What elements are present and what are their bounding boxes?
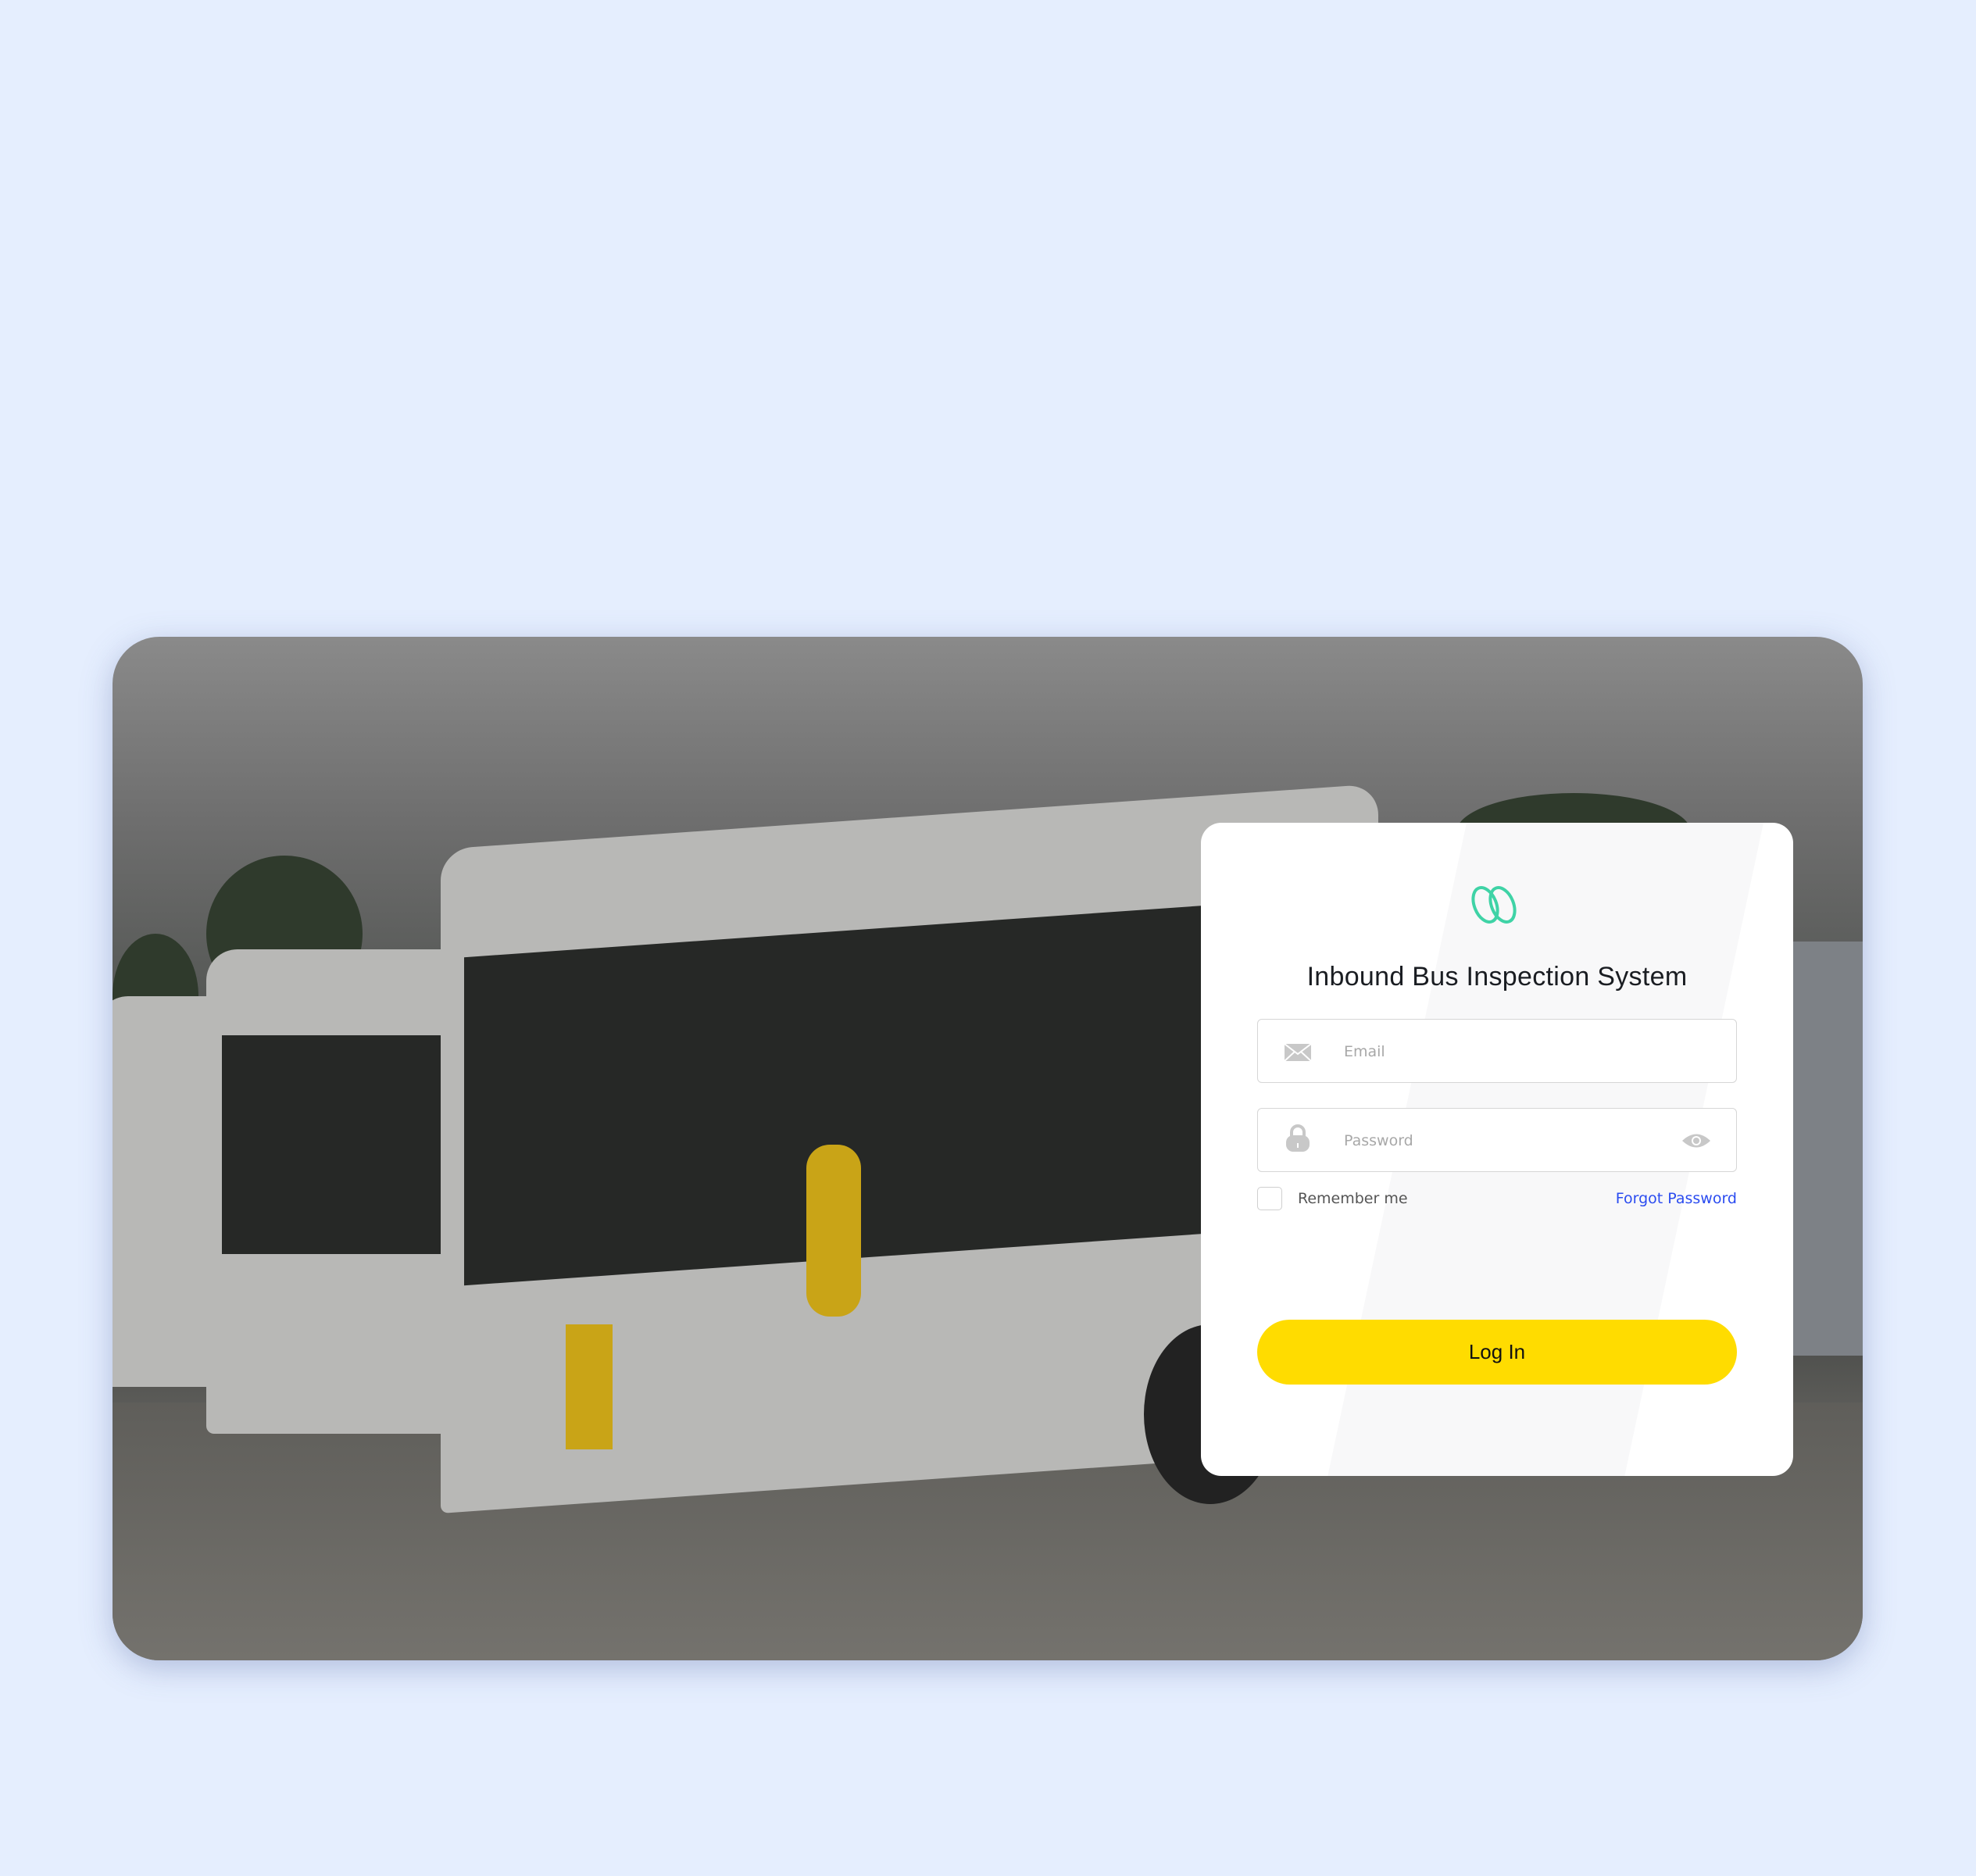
password-field[interactable] <box>1257 1108 1737 1173</box>
password-input[interactable] <box>1342 1109 1658 1173</box>
login-panel: Inbound Bus Inspection System Remember m… <box>1201 823 1793 1476</box>
bus-windshield <box>222 1035 456 1254</box>
lock-icon <box>1286 1124 1310 1152</box>
remember-me-label: Remember me <box>1298 1190 1408 1207</box>
envelope-icon <box>1285 1043 1311 1062</box>
page-title: Inbound Bus Inspection System <box>1306 962 1688 992</box>
double-loop-logo <box>1471 886 1517 924</box>
login-button[interactable]: Log In <box>1257 1320 1737 1385</box>
email-input[interactable] <box>1342 1020 1658 1084</box>
bus <box>1792 942 1863 1356</box>
forgot-password-link[interactable]: Forgot Password <box>1616 1190 1737 1207</box>
bus-mirror <box>806 1145 861 1317</box>
remember-me[interactable]: Remember me <box>1257 1187 1408 1210</box>
remember-me-checkbox[interactable] <box>1257 1187 1282 1210</box>
bus-stripe <box>566 1324 613 1449</box>
eye-icon[interactable] <box>1681 1132 1711 1149</box>
email-field[interactable] <box>1257 1019 1737 1084</box>
